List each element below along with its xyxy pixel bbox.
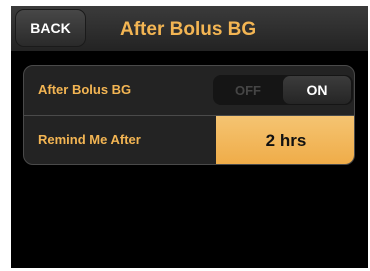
setting-label: Remind Me After	[38, 132, 141, 147]
pump-screen: BACK After Bolus BG After Bolus BG OFF O…	[11, 6, 368, 268]
after-bolus-bg-toggle[interactable]: OFF ON	[213, 75, 353, 105]
toggle-off-option[interactable]: OFF	[213, 75, 283, 105]
page-title: After Bolus BG	[120, 19, 257, 40]
header-bar: BACK After Bolus BG	[11, 6, 368, 51]
remind-time-value[interactable]: 2 hrs	[216, 116, 354, 164]
back-button[interactable]: BACK	[15, 9, 86, 47]
setting-row-after-bolus-bg: After Bolus BG OFF ON	[24, 66, 354, 115]
toggle-on-option[interactable]: ON	[283, 76, 351, 104]
setting-label: After Bolus BG	[38, 82, 132, 97]
settings-panel: After Bolus BG OFF ON Remind Me After 2 …	[23, 65, 355, 165]
setting-row-remind-me-after[interactable]: Remind Me After 2 hrs	[24, 115, 354, 164]
